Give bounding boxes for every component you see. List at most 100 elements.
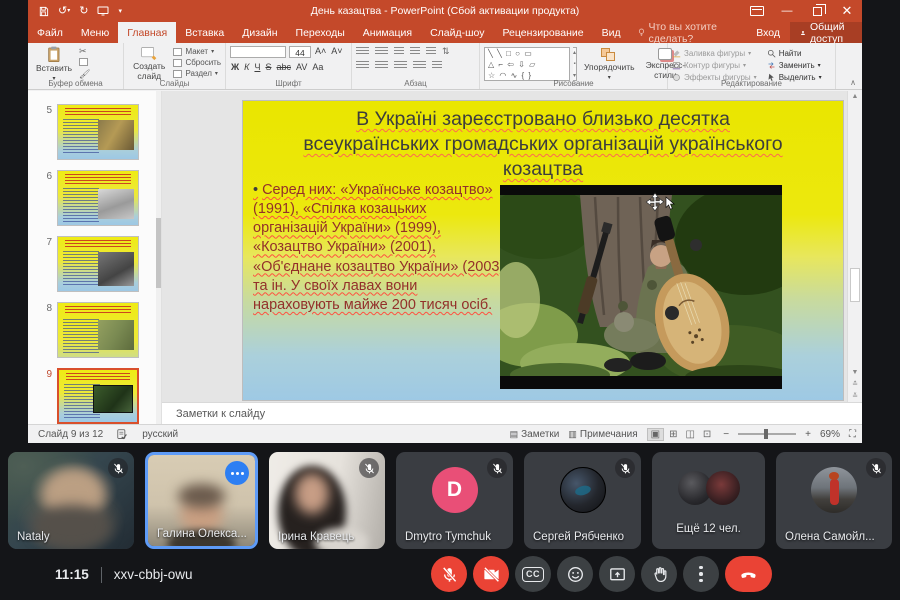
align-center-icon[interactable]: [375, 61, 388, 70]
participant-tile-nataly[interactable]: Nataly: [8, 452, 134, 549]
camera-toggle-button[interactable]: [473, 556, 509, 592]
next-slide-icon[interactable]: ≚: [848, 392, 862, 400]
reactions-button[interactable]: [557, 556, 593, 592]
shapes-gallery[interactable]: ╲ ╲ □ ○ ▭ △ ⌐ ⇦ ⇩ ▱ ☆ ◠ ∿ { }: [484, 47, 570, 81]
grow-font-icon[interactable]: A˄: [314, 46, 327, 56]
participant-tile-galina-active[interactable]: Галина Олекса...: [145, 452, 258, 549]
language-indicator[interactable]: русский: [142, 429, 178, 440]
font-name-input[interactable]: [230, 46, 286, 58]
italic-button[interactable]: К: [243, 62, 250, 72]
slide-photo-bandura-soldier[interactable]: [500, 185, 782, 389]
strikethrough-button[interactable]: S: [264, 62, 272, 72]
tab-view[interactable]: Вид: [593, 22, 630, 43]
paste-button[interactable]: Вставить ▾: [32, 45, 76, 83]
scroll-up-icon[interactable]: ▲: [848, 93, 862, 100]
font-size-input[interactable]: 44: [289, 46, 311, 58]
slide-sorter-view-icon[interactable]: ⊞: [666, 429, 680, 440]
participant-tile-irina[interactable]: Ірина Кравець: [269, 452, 385, 549]
format-painter-icon[interactable]: 🖌︎: [79, 70, 90, 79]
close-icon[interactable]: ✕: [832, 0, 862, 22]
more-options-button[interactable]: [683, 556, 719, 592]
thumbnail-scrollbar[interactable]: [156, 91, 161, 424]
slide-body-text[interactable]: •Серед них: «Українське козацтво» (1991)…: [253, 181, 505, 315]
shape-fill-button[interactable]: Заливка фигуры▾: [672, 49, 757, 58]
previous-slide-icon[interactable]: ≛: [848, 380, 862, 388]
increase-indent-icon[interactable]: [410, 47, 420, 56]
numbering-icon[interactable]: [375, 47, 388, 56]
scroll-down-icon[interactable]: ▼: [848, 369, 862, 376]
sign-in-button[interactable]: Вход: [746, 22, 790, 43]
thumbnail-slide-6[interactable]: 6: [28, 170, 161, 226]
ribbon-display-options-icon[interactable]: [742, 0, 772, 22]
bullets-icon[interactable]: [356, 47, 369, 56]
collapse-ribbon-icon[interactable]: ∧: [850, 78, 856, 87]
minimize-icon[interactable]: —: [772, 0, 802, 22]
find-button[interactable]: Найти: [767, 49, 822, 58]
fit-slide-icon[interactable]: ⛶: [849, 429, 856, 440]
zoom-out-icon[interactable]: −: [723, 429, 729, 440]
restore-icon[interactable]: [802, 0, 832, 22]
zoom-level[interactable]: 69%: [820, 429, 840, 440]
share-button[interactable]: Общий доступ: [790, 22, 862, 43]
slide-vertical-scrollbar[interactable]: ▲ ▼ ≛ ≚: [847, 91, 862, 402]
arrange-button[interactable]: Упорядочить ▾: [580, 47, 639, 82]
present-screen-button[interactable]: [599, 556, 635, 592]
tab-design[interactable]: Дизайн: [233, 22, 286, 43]
slide-editing-area[interactable]: В Україні зареєстровано близько десятка …: [162, 91, 862, 402]
columns-icon[interactable]: [432, 61, 442, 70]
char-spacing-button[interactable]: AV: [295, 62, 308, 72]
captions-button[interactable]: CC: [515, 556, 551, 592]
new-slide-button[interactable]: Создать слайд: [128, 45, 170, 83]
zoom-slider[interactable]: [738, 433, 796, 435]
decrease-indent-icon[interactable]: [394, 47, 404, 56]
line-spacing-icon[interactable]: [426, 47, 436, 56]
justify-icon[interactable]: [413, 61, 426, 70]
participant-tile-overflow[interactable]: Ещё 12 чел.: [652, 452, 765, 549]
thumbnail-slide-8[interactable]: 8: [28, 302, 161, 358]
text-direction-icon[interactable]: ⇅: [442, 47, 450, 56]
tab-file[interactable]: Файл: [28, 22, 72, 43]
align-right-icon[interactable]: [394, 61, 407, 70]
notes-pane[interactable]: Заметки к слайду: [162, 402, 862, 424]
spellcheck-icon[interactable]: [117, 429, 128, 440]
customize-qat-icon[interactable]: ▾: [118, 8, 122, 15]
participant-tile-olena[interactable]: Олена Самойл...: [776, 452, 892, 549]
end-call-button[interactable]: [725, 556, 772, 592]
reading-view-icon[interactable]: ◫: [682, 429, 697, 440]
scrollbar-thumb[interactable]: [850, 268, 860, 302]
shapes-gallery-scroll[interactable]: ▴▪▾: [573, 47, 577, 81]
align-left-icon[interactable]: [356, 61, 369, 70]
layout-button[interactable]: Макет▾: [173, 47, 221, 56]
mic-toggle-button[interactable]: [431, 556, 467, 592]
underline-button[interactable]: Ч: [253, 62, 261, 72]
participant-tile-dmytro[interactable]: D Dmytro Tymchuk: [396, 452, 513, 549]
replace-button[interactable]: Заменить▾: [767, 61, 822, 70]
slide-canvas[interactable]: В Україні зареєстровано близько десятка …: [242, 100, 844, 401]
text-shadow-button[interactable]: abc: [275, 62, 292, 72]
shrink-font-icon[interactable]: A˅: [330, 46, 343, 56]
tab-review[interactable]: Рецензирование: [494, 22, 593, 43]
start-slideshow-icon[interactable]: [97, 6, 109, 16]
slideshow-view-icon[interactable]: ⊡: [700, 429, 714, 440]
tab-home[interactable]: Главная: [118, 22, 176, 43]
undo-icon[interactable]: ↺▾: [58, 6, 70, 17]
redo-icon[interactable]: ↻: [79, 6, 88, 17]
normal-view-icon[interactable]: ▣: [647, 428, 664, 441]
tab-menu[interactable]: Меню: [72, 22, 118, 43]
slide-title[interactable]: В Україні зареєстровано близько десятка …: [291, 107, 796, 182]
thumbnail-slide-5[interactable]: 5: [28, 104, 161, 160]
bold-button[interactable]: Ж: [230, 62, 240, 72]
cut-icon[interactable]: ✂: [79, 47, 90, 56]
zoom-in-icon[interactable]: +: [805, 429, 811, 440]
comments-toggle[interactable]: ▥Примечания: [568, 429, 637, 440]
shape-outline-button[interactable]: Контур фигуры▾: [672, 61, 757, 70]
thumbnail-slide-9-selected[interactable]: 9: [28, 368, 161, 424]
copy-icon[interactable]: [79, 58, 90, 68]
participant-tile-sergey[interactable]: Сергей Рябченко: [524, 452, 641, 549]
tab-animations[interactable]: Анимация: [354, 22, 421, 43]
tile-more-options-button[interactable]: [225, 461, 249, 485]
tab-slideshow[interactable]: Слайд-шоу: [421, 22, 493, 43]
zoom-slider-thumb[interactable]: [764, 429, 768, 439]
notes-toggle[interactable]: ▤Заметки: [510, 429, 560, 440]
change-case-button[interactable]: Аа: [311, 62, 324, 72]
